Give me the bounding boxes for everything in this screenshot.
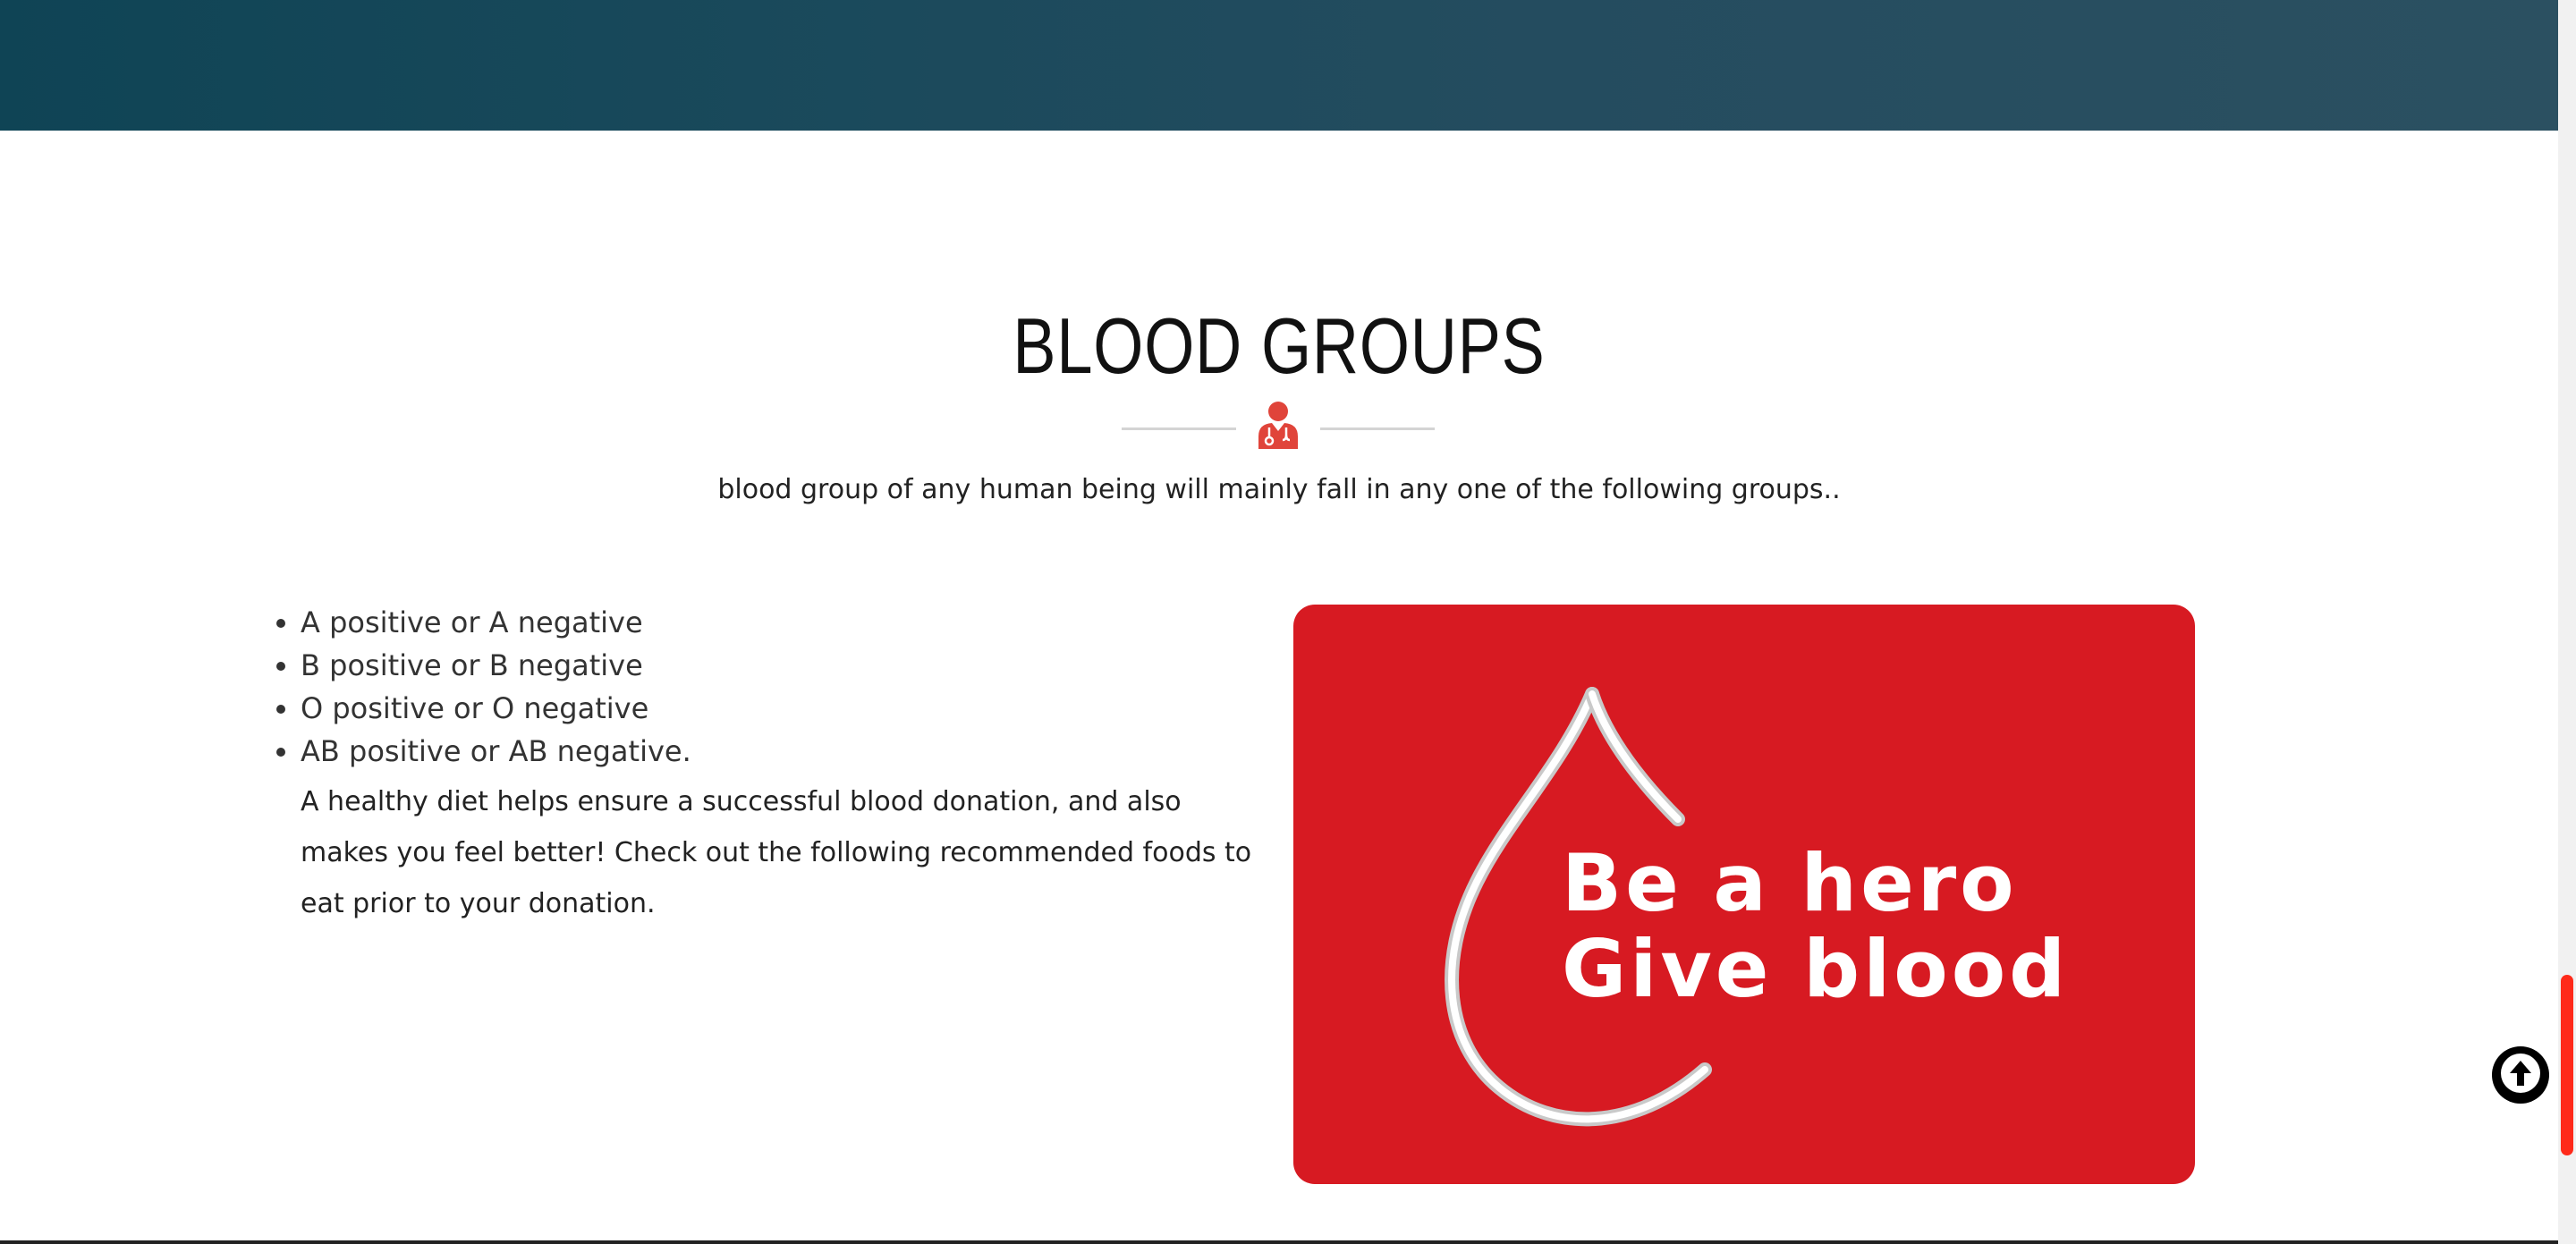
scrollbar-thumb[interactable] [2561,975,2573,1155]
scroll-to-top-button[interactable] [2492,1046,2549,1104]
section-subtitle: blood group of any human being will main… [717,474,1841,505]
page: BLOOD GROUPS blood group of any human be… [0,0,2576,1244]
be-a-hero-image: Be a hero Give blood [1293,605,2195,1184]
diet-paragraph: A healthy diet helps ensure a successful… [301,786,1252,919]
divider-line-right [1320,427,1435,430]
list-item: B positive or B negative [301,644,1270,687]
list-item: AB positive or AB negative. [301,730,1270,773]
section-title: BLOOD GROUPS [1013,301,1546,390]
footer-border [0,1240,2558,1244]
doctor-icon [1256,401,1301,451]
hero-text-line1: Be a hero [1562,837,2018,929]
blood-groups-content: A positive or A negative B positive or B… [250,601,1270,929]
hero-text-line2: Give blood [1562,923,2070,1015]
header-banner [0,0,2558,131]
title-divider [1122,401,1435,454]
blood-groups-list: A positive or A negative B positive or B… [250,601,1270,773]
list-item: O positive or O negative [301,687,1270,730]
divider-line-left [1122,427,1236,430]
arrow-up-icon [2499,1052,2542,1098]
list-item: A positive or A negative [301,601,1270,644]
